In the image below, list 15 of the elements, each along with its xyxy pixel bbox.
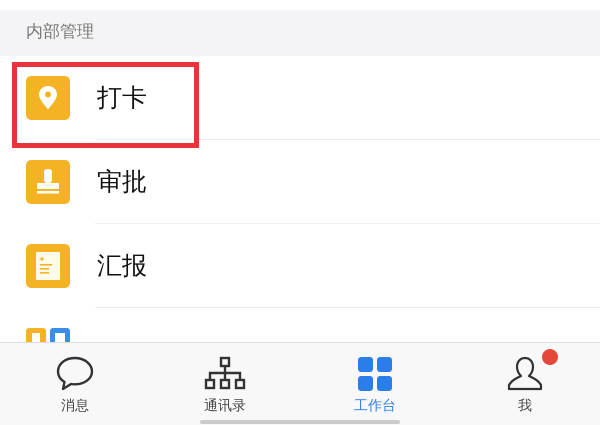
tab[interactable]: 消息: [0, 343, 150, 425]
chat-bubble-icon: [55, 355, 95, 393]
section-title: 内部管理: [26, 21, 94, 44]
item-label[interactable]: 打卡: [97, 79, 147, 117]
item-label[interactable]: 审批: [97, 163, 147, 201]
tab[interactable]: 工作台: [300, 343, 450, 425]
item-label[interactable]: 汇报: [97, 247, 147, 285]
person-icon: [506, 356, 544, 392]
org-chart-icon: [203, 356, 247, 392]
stamp-icon: [26, 160, 70, 204]
tab[interactable]: 通讯录: [150, 343, 300, 425]
pin-icon: [26, 76, 70, 120]
grid-icon: [358, 357, 392, 391]
tab[interactable]: 我: [450, 343, 600, 425]
document-icon: [26, 244, 70, 288]
